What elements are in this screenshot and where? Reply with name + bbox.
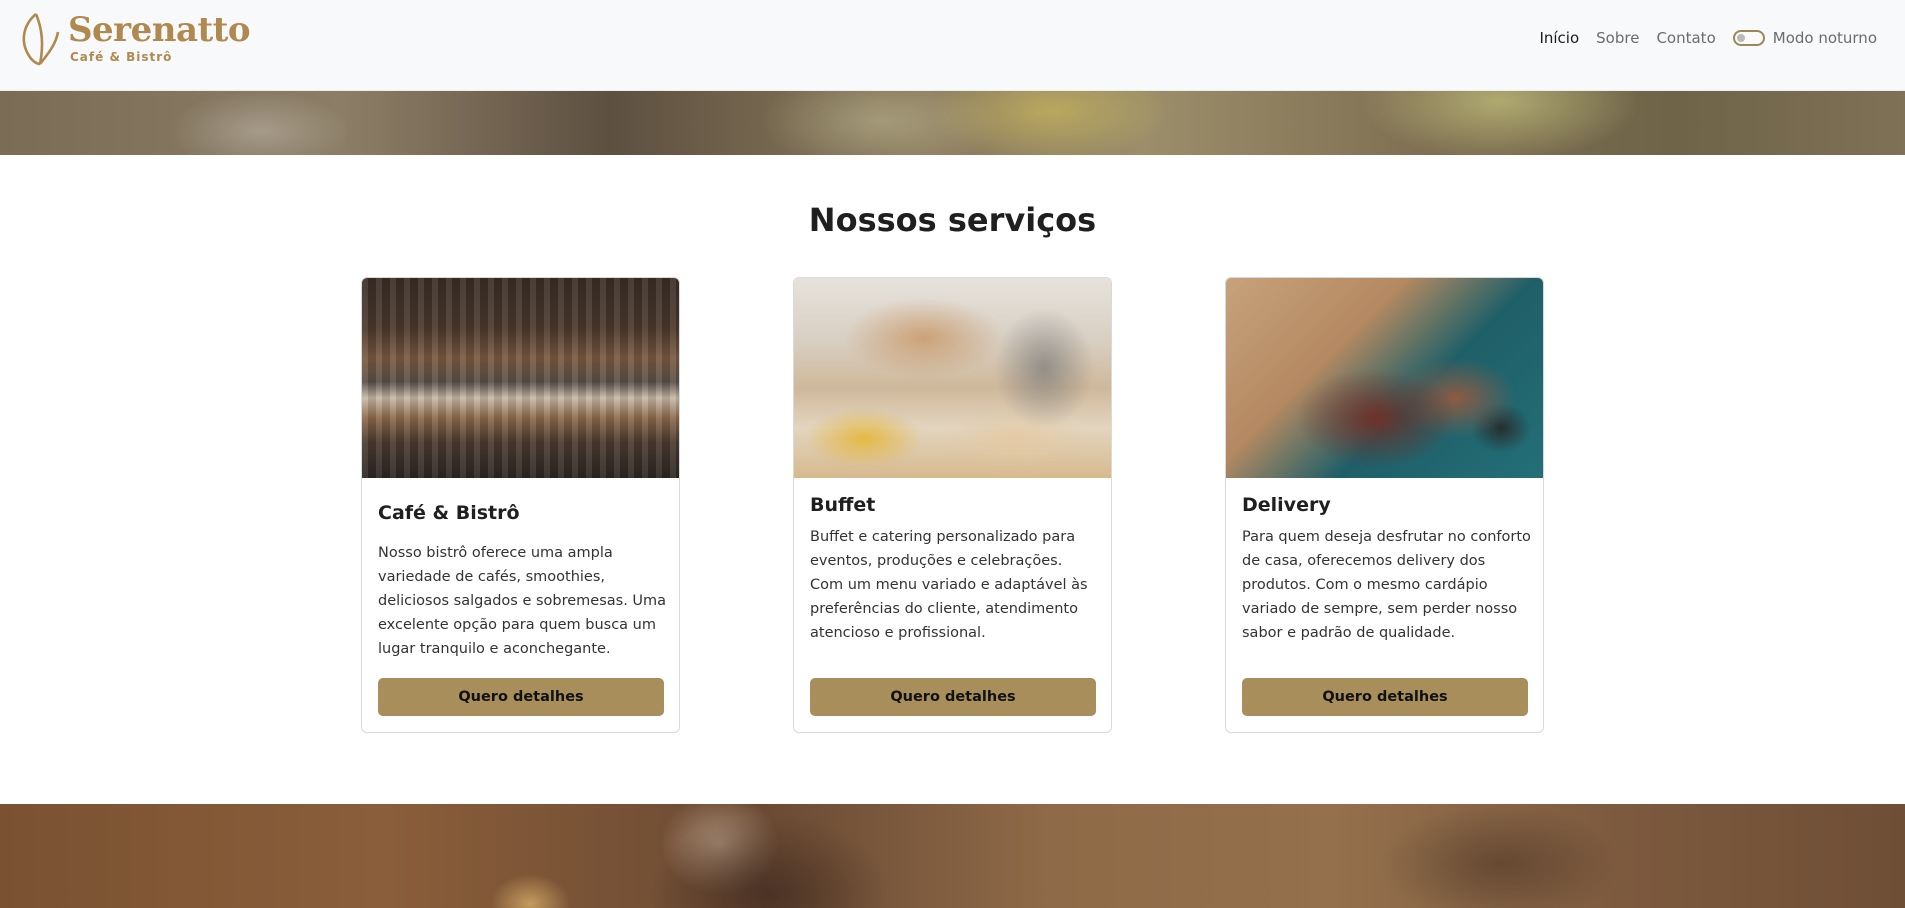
dark-mode-switch[interactable] [1732, 30, 1765, 46]
details-button[interactable]: Quero detalhes [378, 678, 664, 716]
service-card-buffet: Buffet Buffet e catering personalizado p… [793, 277, 1112, 733]
nav-link-sobre[interactable]: Sobre [1596, 27, 1639, 49]
card-text: Nosso bistrô oferece uma ampla variedade… [378, 545, 667, 657]
card-title: Delivery [1242, 494, 1331, 516]
footer-banner-image [0, 804, 1905, 908]
card-title: Buffet [810, 494, 876, 516]
leaf-logo-icon [22, 13, 60, 66]
brand-subtitle: Café & Bistrô [70, 49, 173, 64]
details-button[interactable]: Quero detalhes [810, 678, 1096, 716]
switch-knob [1736, 34, 1745, 42]
nav-link-contato[interactable]: Contato [1656, 27, 1715, 49]
dark-mode-toggle[interactable]: Modo noturno [1732, 29, 1877, 47]
main-nav: Início Sobre Contato Modo noturno [1522, 27, 1877, 49]
card-text: Buffet e catering personalizado para eve… [810, 529, 1088, 641]
details-button[interactable]: Quero detalhes [1242, 678, 1528, 716]
delivery-image [1226, 278, 1543, 478]
cafe-image [362, 278, 679, 478]
brand-logo[interactable]: Serenatto Café & Bistrô [18, 9, 251, 66]
brand-name: Serenatto [68, 9, 251, 50]
service-card-cafe: Café & Bistrô Nosso bistrô oferece uma a… [361, 277, 680, 733]
section-title: Nossos serviços [808, 201, 1097, 239]
nav-link-inicio[interactable]: Início [1539, 27, 1579, 49]
hero-banner-image [0, 91, 1905, 155]
buffet-image [794, 278, 1111, 478]
dark-mode-label: Modo noturno [1772, 29, 1877, 47]
card-text: Para quem deseja desfrutar no conforto d… [1242, 529, 1531, 641]
card-title: Café & Bistrô [378, 502, 520, 524]
service-card-delivery: Delivery Para quem deseja desfrutar no c… [1225, 277, 1544, 733]
navbar: Serenatto Café & Bistrô Início Sobre Con… [0, 0, 1905, 91]
